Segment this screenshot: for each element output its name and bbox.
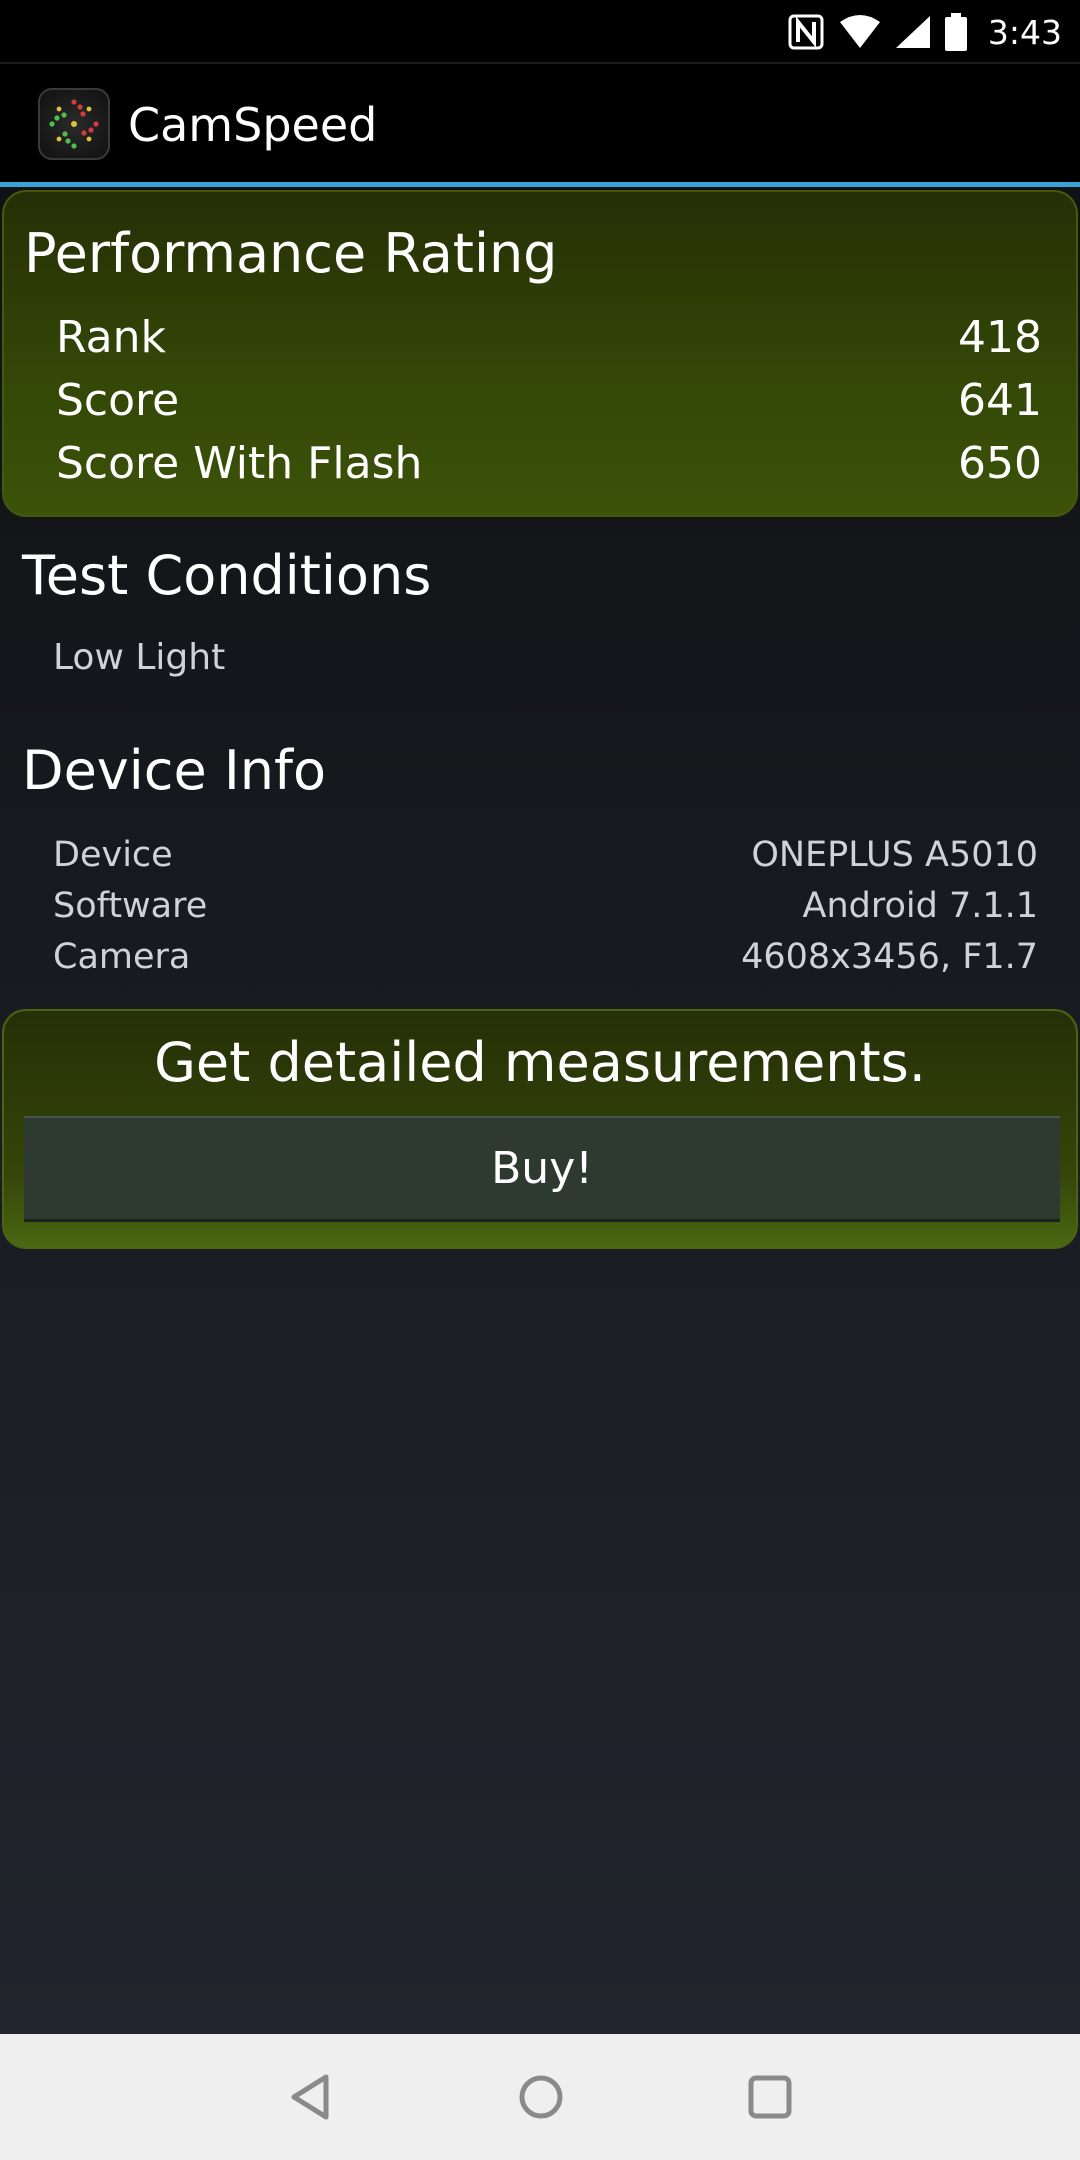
- score-value: 641: [958, 375, 1042, 426]
- camera-value: 4608x3456, F1.7: [741, 937, 1038, 977]
- score-row: Score 641: [56, 375, 1042, 426]
- device-label: Device: [53, 835, 173, 875]
- performance-rating-card: Performance Rating Rank 418 Score 641 Sc…: [2, 190, 1078, 517]
- screen: 3:43 CamSpeed Performance Rating Rank 41…: [0, 0, 1080, 2160]
- signal-icon: [894, 14, 932, 50]
- recents-icon[interactable]: [740, 2067, 800, 2127]
- score-with-flash-row: Score With Flash 650: [56, 438, 1042, 489]
- status-icons: 3:43: [788, 8, 1062, 56]
- nfc-icon: [788, 14, 826, 50]
- device-info-title: Device Info: [22, 739, 327, 802]
- device-row: Device ONEPLUS A5010: [53, 835, 1038, 875]
- software-label: Software: [53, 886, 208, 926]
- performance-rating-title: Performance Rating: [24, 222, 558, 285]
- status-time: 3:43: [987, 12, 1062, 52]
- promo-card: Get detailed measurements. Buy!: [2, 1009, 1078, 1249]
- score-with-flash-label: Score With Flash: [56, 438, 423, 489]
- software-row: Software Android 7.1.1: [53, 886, 1038, 926]
- buy-button[interactable]: Buy!: [24, 1116, 1060, 1222]
- score-label: Score: [56, 375, 180, 426]
- wifi-icon: [838, 14, 882, 50]
- device-value: ONEPLUS A5010: [751, 835, 1038, 875]
- camera-row: Camera 4608x3456, F1.7: [53, 937, 1038, 977]
- home-icon[interactable]: [511, 2067, 571, 2127]
- test-condition-value: Low Light: [53, 637, 226, 678]
- content-area[interactable]: Performance Rating Rank 418 Score 641 Sc…: [0, 187, 1080, 2034]
- test-conditions-title: Test Conditions: [22, 544, 432, 607]
- app-title: CamSpeed: [128, 98, 378, 152]
- software-value: Android 7.1.1: [802, 886, 1039, 926]
- battery-icon: [944, 13, 968, 51]
- camspeed-logo-icon: [38, 88, 110, 160]
- back-icon[interactable]: [280, 2067, 340, 2127]
- camera-label: Camera: [53, 937, 191, 977]
- app-bar: CamSpeed: [0, 64, 1080, 184]
- navigation-bar: [0, 2034, 1080, 2160]
- rank-value: 418: [958, 312, 1042, 363]
- score-with-flash-value: 650: [958, 438, 1042, 489]
- rank-label: Rank: [56, 312, 166, 363]
- status-bar: 3:43: [0, 0, 1080, 64]
- promo-headline: Get detailed measurements.: [154, 1031, 926, 1094]
- rank-row: Rank 418: [56, 312, 1042, 363]
